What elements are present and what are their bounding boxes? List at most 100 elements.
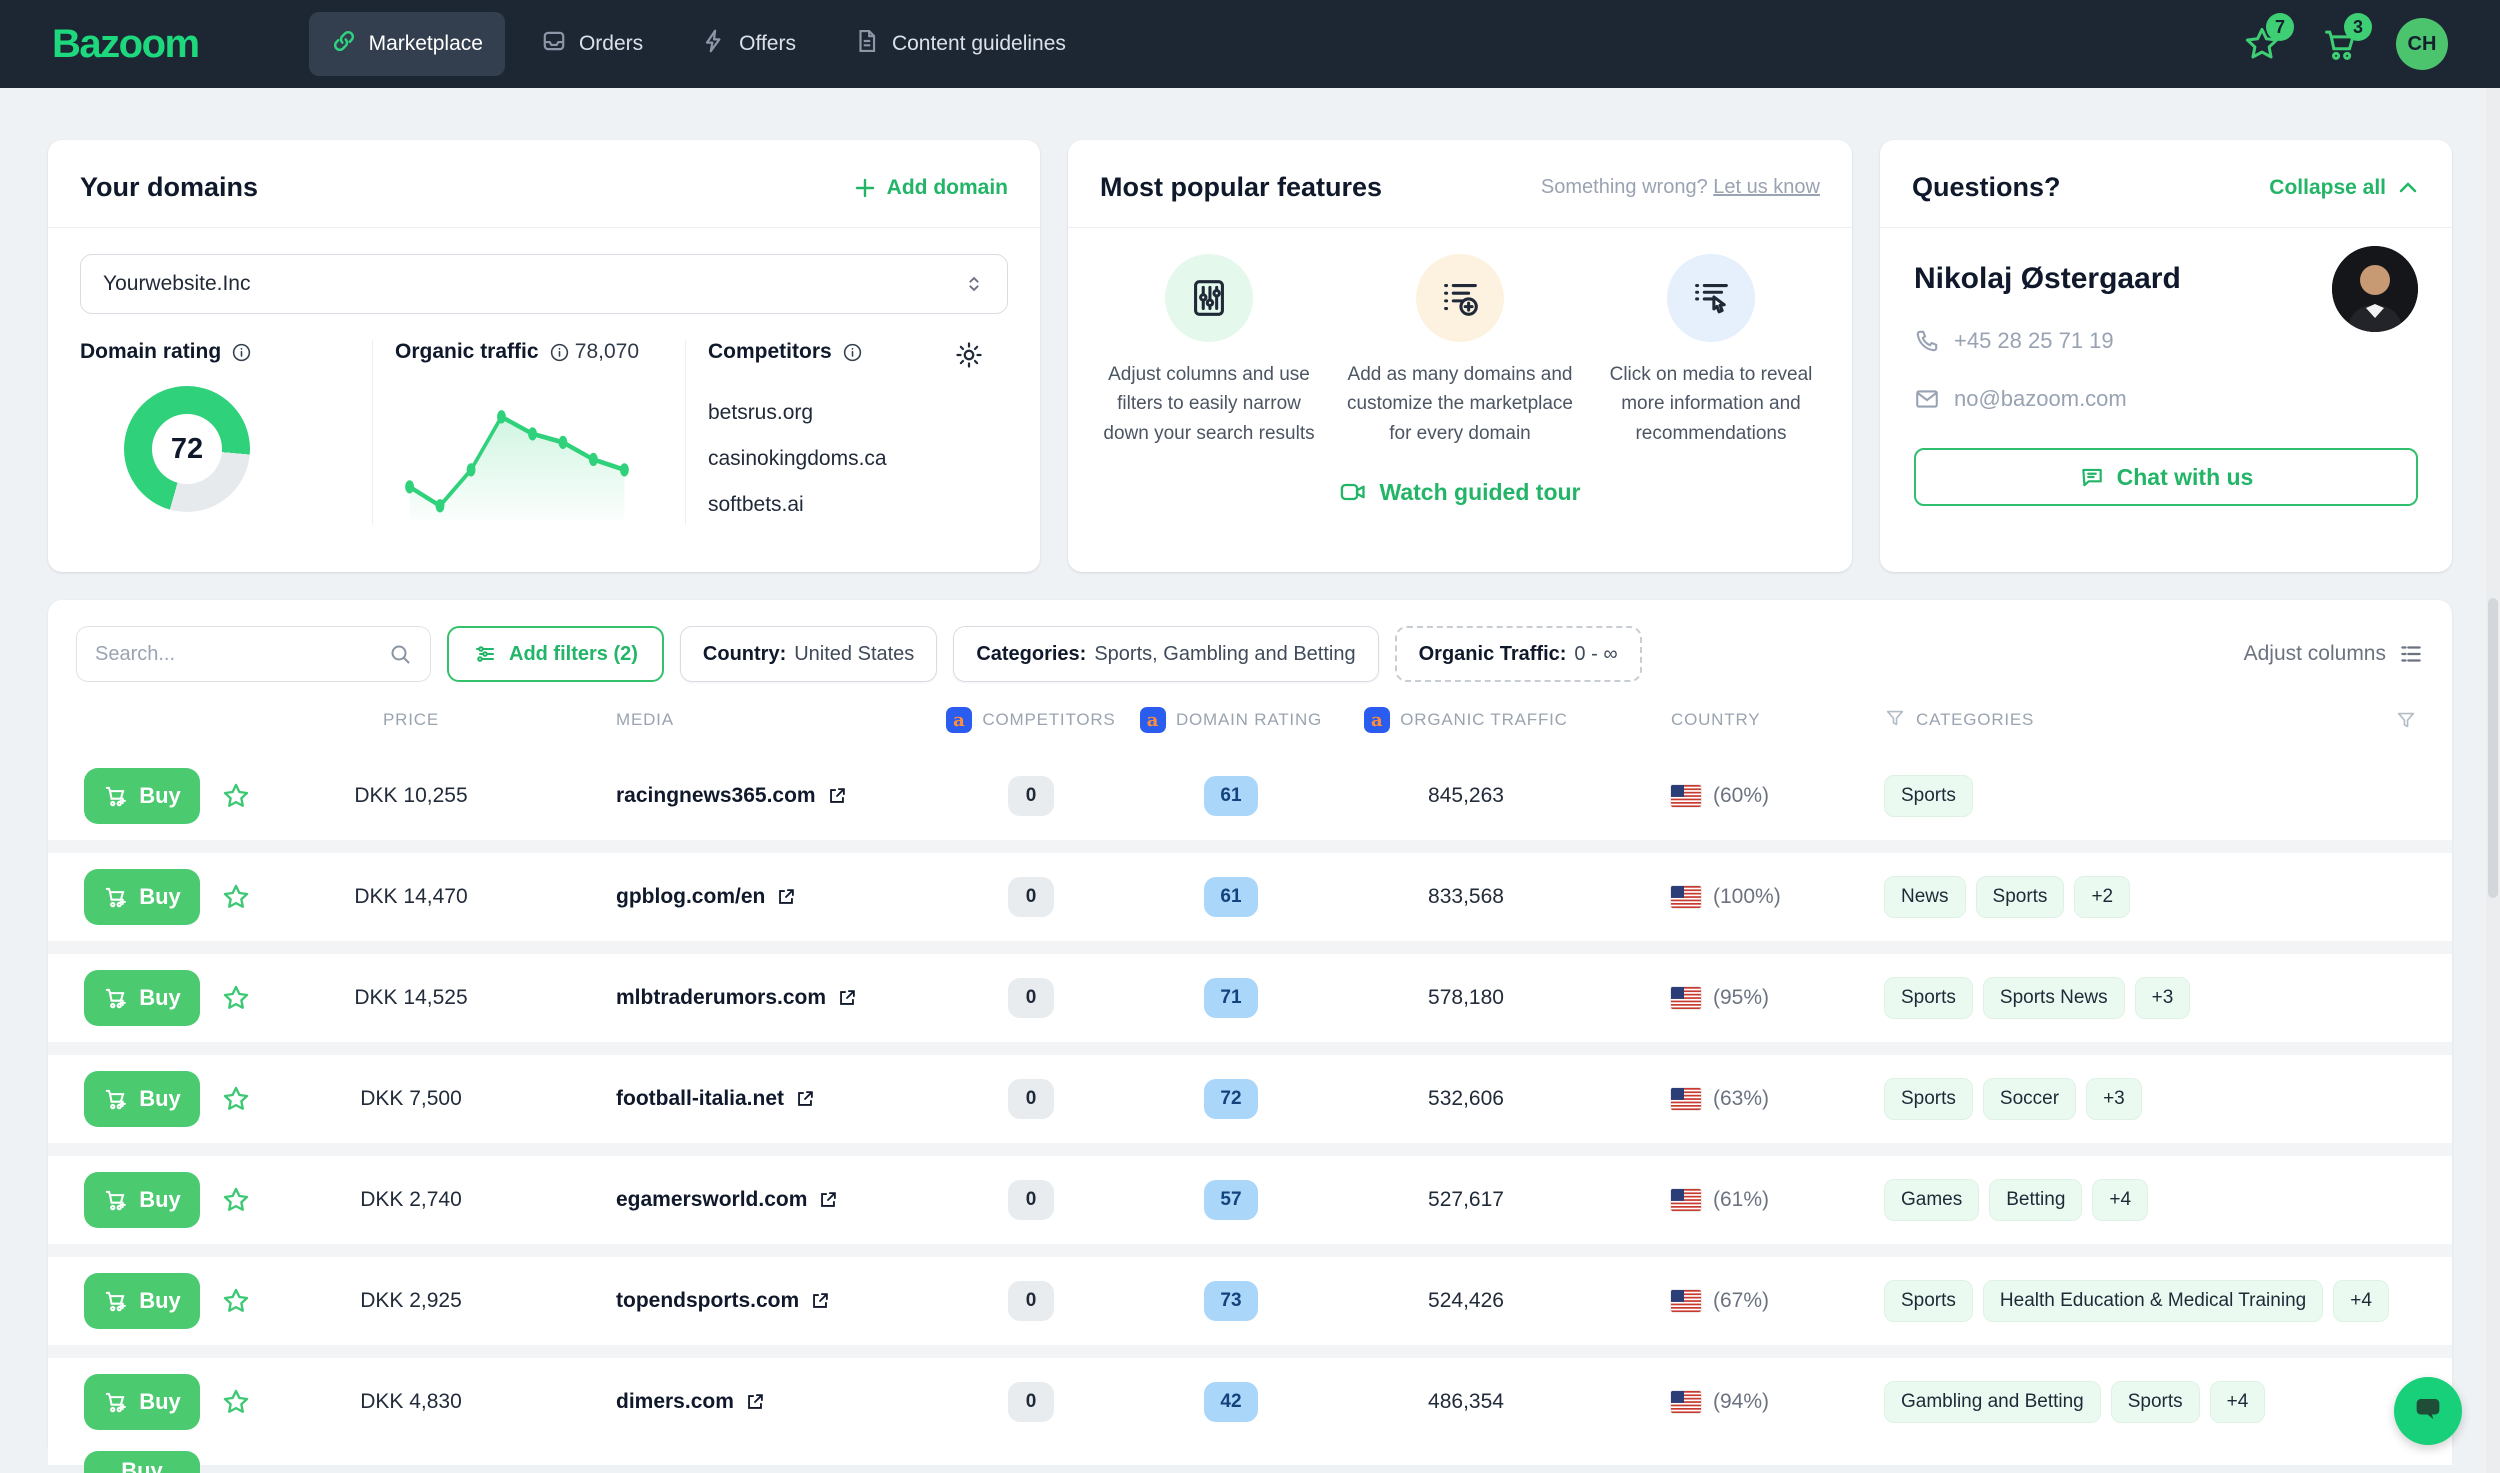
category-chip[interactable]: Sports	[1884, 977, 1973, 1019]
favorite-star-button[interactable]	[206, 1084, 266, 1114]
adjust-columns-button[interactable]: Adjust columns	[2244, 641, 2424, 667]
favorites-count-badge: 7	[2266, 13, 2294, 41]
contact-phone: +45 28 25 71 19	[1954, 328, 2114, 354]
category-chip[interactable]: Sports	[1884, 1078, 1973, 1120]
nav-item-orders[interactable]: Orders	[519, 12, 665, 76]
media-link[interactable]: dimers.com	[556, 1390, 936, 1414]
scrollbar-thumb[interactable]	[2488, 598, 2498, 898]
col-header-domain-rating[interactable]: aDOMAIN RATING	[1126, 707, 1336, 733]
favorite-star-button[interactable]	[206, 781, 266, 811]
media-link[interactable]: egamersworld.com	[556, 1188, 936, 1212]
col-header-price[interactable]: PRICE	[266, 710, 556, 730]
country-filter-chip[interactable]: Country:United States	[680, 626, 937, 682]
buy-button[interactable]: Buy	[84, 1374, 200, 1430]
col-header-country[interactable]: COUNTRY	[1596, 710, 1816, 730]
media-link[interactable]: racingnews365.com	[556, 784, 936, 808]
table-row: Buy DKK 4,830 dimers.com 0 42 486,354 (9…	[48, 1358, 2452, 1445]
chat-with-us-button[interactable]: Chat with us	[1914, 448, 2418, 506]
filter-funnel-icon[interactable]	[2388, 709, 2424, 731]
category-chip[interactable]: Sports News	[1983, 977, 2125, 1019]
video-camera-icon	[1339, 478, 1367, 506]
col-header-organic-traffic[interactable]: aORGANIC TRAFFIC	[1336, 707, 1596, 733]
cart-button[interactable]: 3	[2318, 22, 2362, 66]
buy-button[interactable]: Buy	[84, 869, 200, 925]
organic-traffic-cell: 532,606	[1336, 1087, 1596, 1111]
category-chip[interactable]: News	[1884, 876, 1966, 918]
chat-float-button[interactable]	[2394, 1377, 2462, 1445]
settings-gear-icon[interactable]	[954, 340, 984, 375]
us-flag-icon	[1671, 785, 1701, 807]
competitor-link[interactable]: casinokingdoms.ca	[708, 447, 984, 471]
collapse-all-button[interactable]: Collapse all	[2269, 176, 2420, 200]
category-chip[interactable]: +4	[2333, 1280, 2389, 1322]
domain-rating-cell: 73	[1126, 1281, 1336, 1321]
favorite-star-button[interactable]	[206, 1387, 266, 1417]
let-us-know-link[interactable]: Let us know	[1713, 176, 1820, 198]
competitor-link[interactable]: betsrus.org	[708, 401, 984, 425]
buy-button[interactable]: Buy	[84, 768, 200, 824]
competitor-link[interactable]: softbets.ai	[708, 493, 984, 517]
category-chip[interactable]: Games	[1884, 1179, 1979, 1221]
feature-domains: Add as many domains and customize the ma…	[1347, 254, 1573, 448]
organic-traffic-filter-chip[interactable]: Organic Traffic:0 - ∞	[1395, 626, 1642, 682]
col-header-competitors[interactable]: aCOMPETITORS	[936, 707, 1126, 733]
nav-item-offers[interactable]: Offers	[679, 12, 818, 76]
media-link[interactable]: football-italia.net	[556, 1087, 936, 1111]
favorite-star-button[interactable]	[206, 1286, 266, 1316]
category-chip[interactable]: +4	[2092, 1179, 2148, 1221]
category-chip[interactable]: +3	[2086, 1078, 2142, 1120]
add-filters-button[interactable]: Add filters (2)	[447, 626, 664, 682]
media-link[interactable]: mlbtraderumors.com	[556, 986, 936, 1010]
us-flag-icon	[1671, 987, 1701, 1009]
favorites-button[interactable]: 7	[2240, 22, 2284, 66]
category-chip[interactable]: Sports	[1884, 775, 1973, 817]
page-scrollbar[interactable]	[2486, 88, 2500, 1473]
buy-button[interactable]: Buy	[84, 1273, 200, 1329]
favorite-star-button[interactable]	[206, 983, 266, 1013]
categories-filter-chip[interactable]: Categories:Sports, Gambling and Betting	[953, 626, 1378, 682]
category-chip[interactable]: Sports	[1884, 1280, 1973, 1322]
favorite-star-button[interactable]	[206, 1185, 266, 1215]
category-chip[interactable]: Health Education & Medical Training	[1983, 1280, 2323, 1322]
nav-item-label: Marketplace	[369, 32, 483, 56]
favorite-star-button[interactable]	[206, 882, 266, 912]
user-avatar[interactable]: CH	[2396, 18, 2448, 70]
buy-button[interactable]: Buy	[84, 1172, 200, 1228]
domain-rating-value: 72	[152, 414, 222, 484]
category-chip[interactable]: Soccer	[1983, 1078, 2076, 1120]
buy-button[interactable]: Buy	[84, 1451, 200, 1473]
nav-item-marketplace[interactable]: Marketplace	[309, 12, 505, 76]
media-link[interactable]: gpblog.com/en	[556, 885, 936, 909]
domain-select[interactable]: Yourwebsite.Inc	[80, 254, 1008, 314]
country-cell: (95%)	[1596, 986, 1816, 1010]
domain-rating-cell: 71	[1126, 978, 1336, 1018]
category-chip[interactable]: +4	[2210, 1381, 2266, 1423]
add-domain-button[interactable]: Add domain	[853, 176, 1008, 200]
col-header-media[interactable]: MEDIA	[556, 710, 936, 730]
category-chip[interactable]: +2	[2074, 876, 2130, 918]
contact-phone-row[interactable]: +45 28 25 71 19	[1914, 328, 2418, 354]
us-flag-icon	[1671, 1391, 1701, 1413]
buy-button[interactable]: Buy	[84, 970, 200, 1026]
categories-cell: SportsSoccer+3	[1816, 1078, 2388, 1120]
bazoom-logo[interactable]: Bazoom	[52, 22, 199, 67]
contact-email-row[interactable]: no@bazoom.com	[1914, 386, 2418, 412]
watch-guided-tour-link[interactable]: Watch guided tour	[1068, 478, 1852, 506]
category-chip[interactable]: Gambling and Betting	[1884, 1381, 2101, 1423]
nav-item-content-guidelines[interactable]: Content guidelines	[832, 12, 1088, 76]
category-chip[interactable]: Sports	[2111, 1381, 2200, 1423]
cart-plus-icon	[103, 1389, 129, 1415]
external-link-icon	[809, 1290, 831, 1312]
search-input[interactable]	[95, 643, 388, 666]
category-chip[interactable]: Sports	[1976, 876, 2065, 918]
category-chip[interactable]: +3	[2135, 977, 2191, 1019]
media-link[interactable]: topendsports.com	[556, 1289, 936, 1313]
filter-funnel-icon[interactable]	[1884, 707, 1906, 734]
col-header-categories[interactable]: CATEGORIES	[1816, 707, 2388, 734]
contact-email: no@bazoom.com	[1954, 386, 2127, 412]
category-chip[interactable]: Betting	[1989, 1179, 2082, 1221]
star-icon	[221, 1084, 251, 1114]
buy-button[interactable]: Buy	[84, 1071, 200, 1127]
star-icon	[221, 1387, 251, 1417]
domain-rating-badge: 42	[1204, 1382, 1258, 1422]
